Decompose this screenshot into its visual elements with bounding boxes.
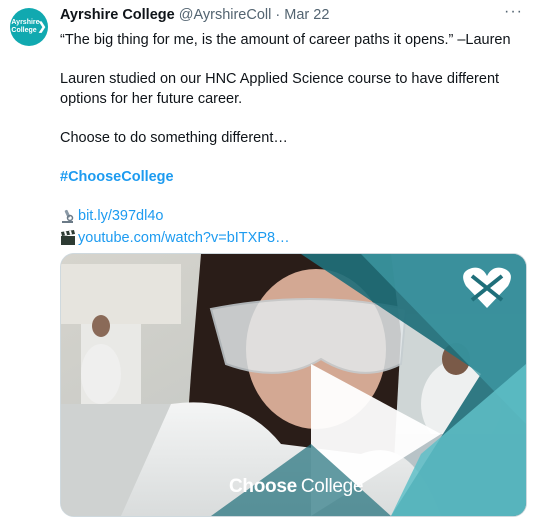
tweet-date[interactable]: Mar 22	[284, 7, 329, 23]
author-handle[interactable]: @AyrshireColl	[179, 7, 272, 23]
choose-college-logo: Choose College	[229, 476, 364, 498]
hashtag-link[interactable]: #ChooseCollege	[60, 169, 174, 185]
youtube-link[interactable]: youtube.com/watch?v=bITXP8…	[78, 228, 290, 248]
tweet-paragraph: Lauren studied on our HNC Applied Scienc…	[60, 71, 500, 107]
chevron-right-icon: ❯	[37, 21, 47, 33]
brand-choose: Choose	[229, 476, 297, 497]
brand-college: College	[300, 476, 364, 497]
tweet-media-image[interactable]: Choose College	[60, 253, 527, 517]
clapper-board-icon	[60, 230, 76, 246]
tweet-header: Ayrshire College @AyrshireColl · Mar 22	[60, 7, 505, 25]
tweet-cta: Choose to do something different…	[60, 130, 288, 146]
short-link[interactable]: bit.ly/397dl4o	[78, 206, 163, 226]
heart-logo-icon	[462, 266, 512, 310]
more-options-icon[interactable]: ···	[504, 3, 523, 21]
author-name[interactable]: Ayrshire College	[60, 7, 175, 23]
profile-avatar[interactable]: Ayrshire College ❯	[10, 8, 48, 46]
tweet-quote: “The big thing for me, is the amount of …	[60, 32, 511, 48]
microscope-icon	[60, 208, 76, 224]
tweet-body: “The big thing for me, is the amount of …	[60, 30, 530, 248]
separator-dot: ·	[275, 7, 281, 23]
avatar-text: Ayrshire College	[11, 19, 40, 34]
